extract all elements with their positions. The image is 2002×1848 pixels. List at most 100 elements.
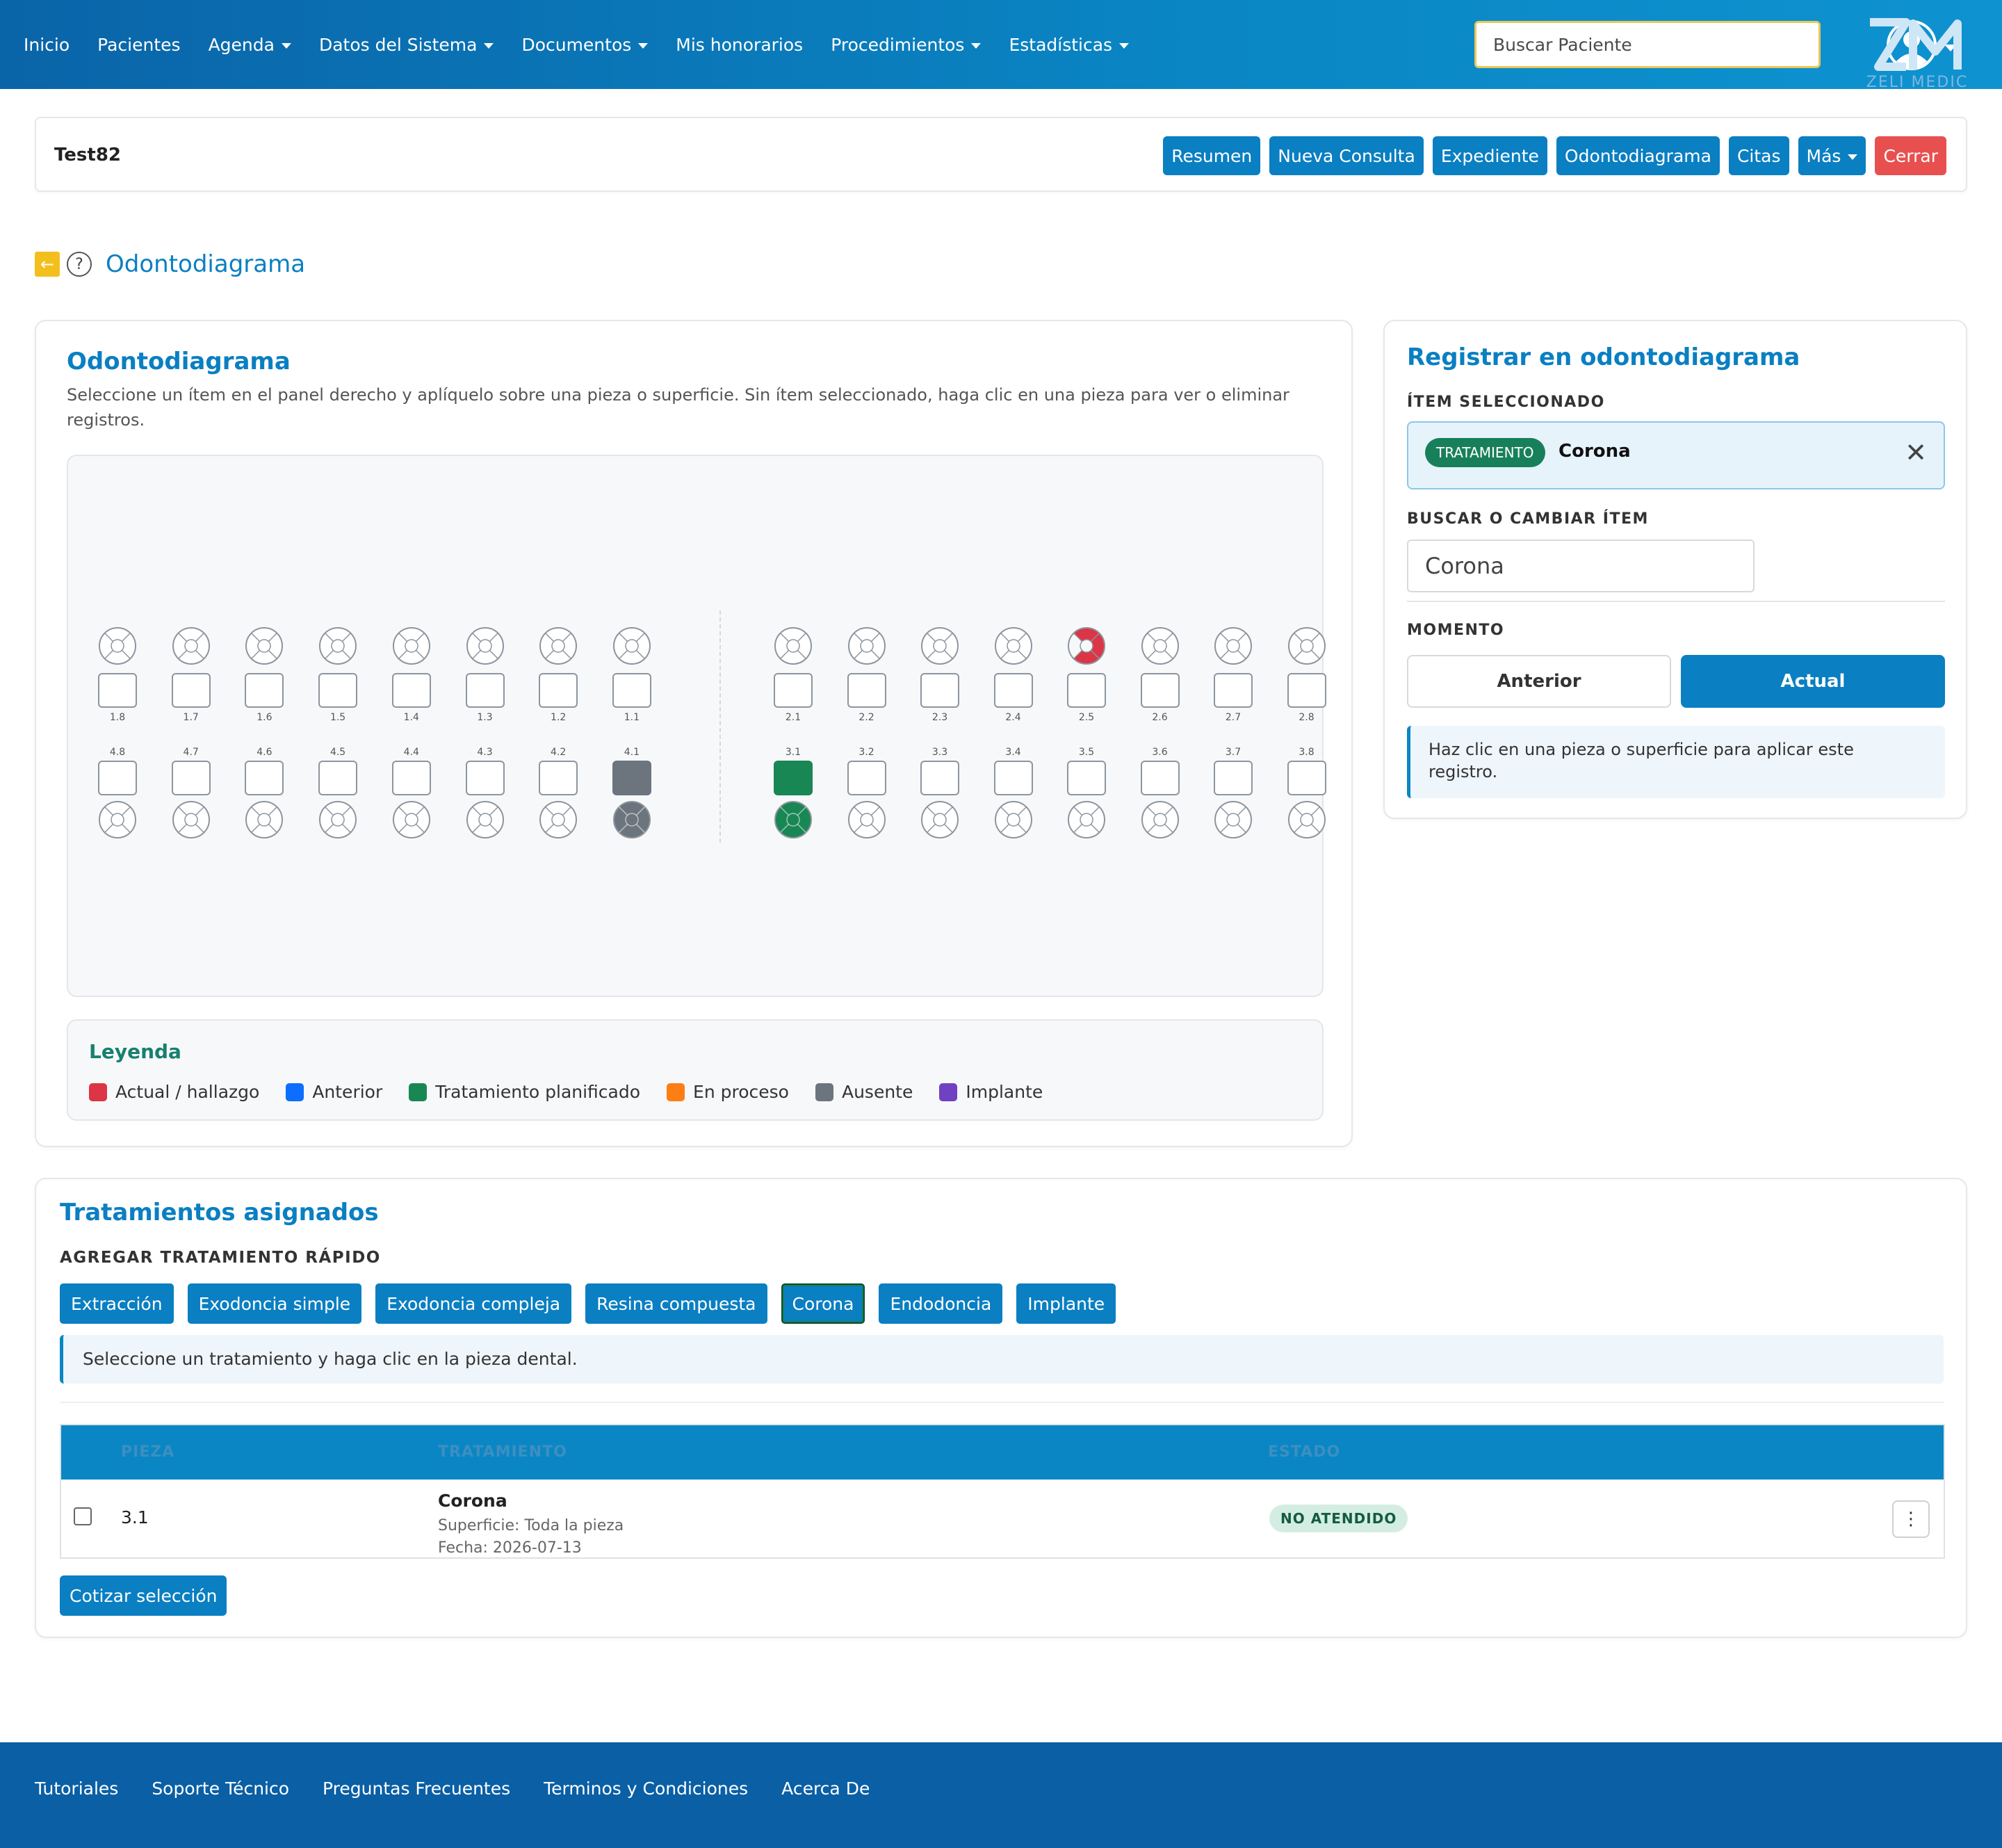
tooth-box[interactable] — [98, 673, 137, 708]
footer-link-4[interactable]: Acerca De — [781, 1778, 870, 1799]
tooth-surface-icon[interactable] — [1066, 626, 1107, 666]
quick-treatment-button-0[interactable]: Extracción — [60, 1283, 174, 1324]
tooth-surface-icon[interactable] — [171, 800, 211, 840]
tooth-box[interactable] — [245, 673, 284, 708]
quick-treatment-button-1[interactable]: Exodoncia simple — [187, 1283, 362, 1324]
tooth-box[interactable] — [171, 673, 211, 708]
nav-link-2[interactable]: Agenda — [209, 35, 291, 55]
tooth-box[interactable] — [391, 673, 431, 708]
arrow-left-icon[interactable]: ← — [35, 252, 60, 277]
nav-link-3[interactable]: Datos del Sistema — [319, 35, 494, 55]
item-search-input[interactable] — [1407, 540, 1755, 592]
tooth-surface-icon[interactable] — [993, 800, 1034, 840]
tooth-box[interactable] — [847, 761, 886, 795]
clear-selection-icon[interactable]: ✕ — [1905, 439, 1927, 466]
tooth-surface-icon[interactable] — [391, 800, 432, 840]
tooth-box[interactable] — [539, 673, 578, 708]
tooth-surface-icon[interactable] — [1066, 800, 1107, 840]
patient-action-button-2[interactable]: Expediente — [1432, 136, 1547, 175]
tooth-box[interactable] — [774, 761, 813, 795]
tooth-surface-icon[interactable] — [97, 626, 138, 666]
tooth-box[interactable] — [98, 761, 137, 795]
patient-action-button-1[interactable]: Nueva Consulta — [1269, 136, 1424, 175]
column-header-tratamiento[interactable]: TRATAMIENTO — [438, 1443, 567, 1461]
tooth-box[interactable] — [612, 673, 651, 708]
footer-link-1[interactable]: Soporte Técnico — [152, 1778, 289, 1799]
tooth-box[interactable] — [774, 673, 813, 708]
tooth-surface-icon[interactable] — [1287, 626, 1327, 666]
tooth-box[interactable] — [1287, 761, 1326, 795]
patient-action-button-6[interactable]: Cerrar — [1875, 136, 1946, 175]
footer-link-0[interactable]: Tutoriales — [35, 1778, 118, 1799]
tooth-surface-icon[interactable] — [612, 800, 652, 840]
tooth-surface-icon[interactable] — [1140, 800, 1180, 840]
tooth-surface-icon[interactable] — [1213, 800, 1253, 840]
tooth-box[interactable] — [465, 673, 505, 708]
patient-action-button-4[interactable]: Citas — [1728, 136, 1789, 175]
patient-action-button-3[interactable]: Odontodiagrama — [1556, 136, 1720, 175]
moment-anterior-button[interactable]: Anterior — [1407, 655, 1671, 708]
tooth-box[interactable] — [993, 673, 1033, 708]
nav-link-0[interactable]: Inicio — [24, 35, 70, 55]
patient-search-input[interactable] — [1474, 21, 1821, 68]
tooth-surface-icon[interactable] — [538, 626, 578, 666]
tooth-surface-icon[interactable] — [993, 626, 1034, 666]
tooth-box[interactable] — [539, 761, 578, 795]
tooth-box[interactable] — [318, 761, 358, 795]
tooth-surface-icon[interactable] — [1140, 626, 1180, 666]
nav-link-7[interactable]: Estadísticas — [1009, 35, 1130, 55]
quick-treatment-button-6[interactable]: Implante — [1016, 1283, 1116, 1324]
tooth-surface-icon[interactable] — [465, 626, 505, 666]
tooth-surface-icon[interactable] — [773, 626, 813, 666]
tooth-box[interactable] — [465, 761, 505, 795]
column-header-estado[interactable]: ESTADO — [1268, 1443, 1340, 1461]
tooth-box[interactable] — [1140, 673, 1180, 708]
more-vertical-icon[interactable]: ⋮ — [1892, 1500, 1930, 1538]
column-header-pieza[interactable]: PIEZA — [121, 1443, 174, 1461]
tooth-box[interactable] — [920, 761, 959, 795]
patient-action-button-0[interactable]: Resumen — [1163, 136, 1261, 175]
tooth-surface-icon[interactable] — [920, 626, 960, 666]
quote-selection-button[interactable]: Cotizar selección — [60, 1575, 227, 1616]
quick-treatment-button-4[interactable]: Corona — [781, 1283, 865, 1324]
tooth-box[interactable] — [391, 761, 431, 795]
quick-treatment-button-5[interactable]: Endodoncia — [879, 1283, 1003, 1324]
tooth-surface-icon[interactable] — [847, 626, 887, 666]
tooth-surface-icon[interactable] — [847, 800, 887, 840]
tooth-box[interactable] — [1067, 761, 1106, 795]
tooth-surface-icon[interactable] — [1287, 800, 1327, 840]
tooth-surface-icon[interactable] — [538, 800, 578, 840]
tooth-surface-icon[interactable] — [244, 626, 284, 666]
question-icon[interactable]: ? — [67, 252, 92, 277]
patient-action-button-5[interactable]: Más — [1798, 136, 1866, 175]
tooth-surface-icon[interactable] — [1213, 626, 1253, 666]
tooth-box[interactable] — [847, 673, 886, 708]
row-checkbox[interactable] — [74, 1507, 92, 1525]
moment-actual-button[interactable]: Actual — [1681, 655, 1945, 708]
footer-link-2[interactable]: Preguntas Frecuentes — [323, 1778, 510, 1799]
tooth-box[interactable] — [1067, 673, 1106, 708]
quick-treatment-button-2[interactable]: Exodoncia compleja — [375, 1283, 572, 1324]
tooth-box[interactable] — [993, 761, 1033, 795]
tooth-box[interactable] — [318, 673, 358, 708]
tooth-box[interactable] — [1287, 673, 1326, 708]
tooth-box[interactable] — [171, 761, 211, 795]
tooth-box[interactable] — [1140, 761, 1180, 795]
tooth-surface-icon[interactable] — [391, 626, 432, 666]
tooth-surface-icon[interactable] — [773, 800, 813, 840]
nav-link-5[interactable]: Mis honorarios — [676, 35, 803, 55]
tooth-surface-icon[interactable] — [97, 800, 138, 840]
tooth-surface-icon[interactable] — [318, 626, 358, 666]
tooth-surface-icon[interactable] — [171, 626, 211, 666]
tooth-surface-icon[interactable] — [612, 626, 652, 666]
nav-link-6[interactable]: Procedimientos — [831, 35, 982, 55]
tooth-box[interactable] — [612, 761, 651, 795]
tooth-surface-icon[interactable] — [920, 800, 960, 840]
nav-link-4[interactable]: Documentos — [521, 35, 649, 55]
tooth-box[interactable] — [1214, 761, 1253, 795]
tooth-box[interactable] — [245, 761, 284, 795]
tooth-box[interactable] — [920, 673, 959, 708]
tooth-surface-icon[interactable] — [318, 800, 358, 840]
tooth-box[interactable] — [1214, 673, 1253, 708]
tooth-surface-icon[interactable] — [465, 800, 505, 840]
